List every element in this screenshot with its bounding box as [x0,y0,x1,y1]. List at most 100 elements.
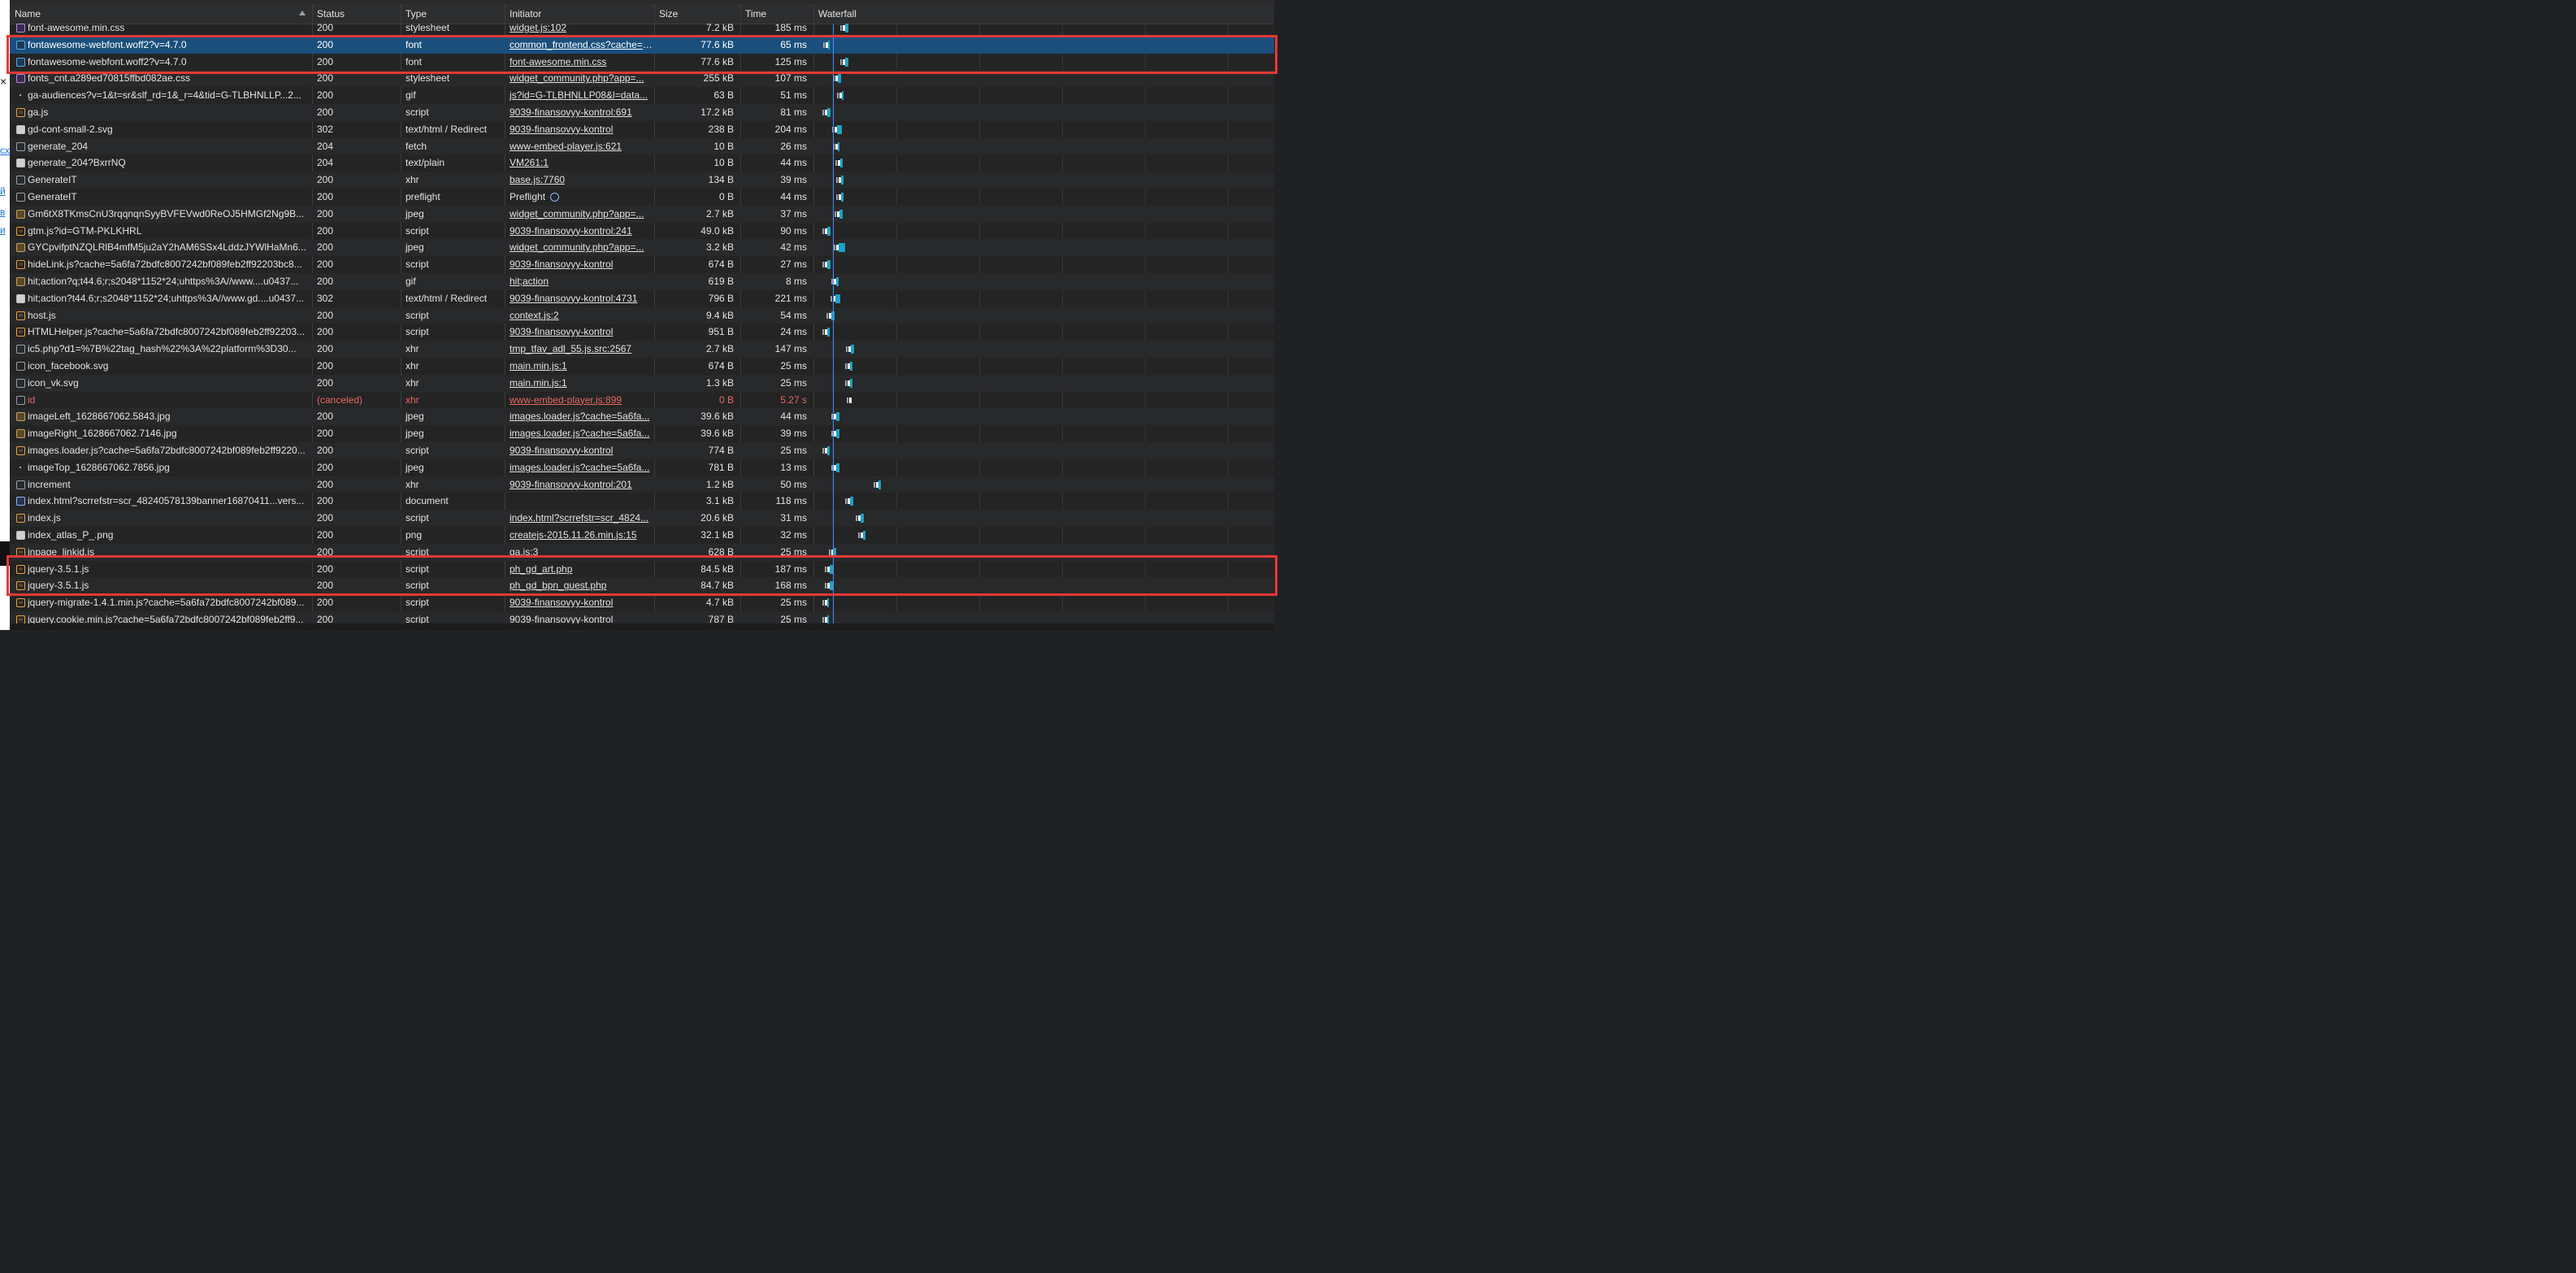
request-initiator[interactable]: widget_community.php?app=... [505,239,653,256]
request-type: text/html / Redirect [405,292,488,304]
request-row[interactable]: id (canceled) xhr www-embed-player.js:899 0 … [10,392,1274,409]
request-initiator[interactable]: 9039-finansovyy-kontrol:4731 [505,290,653,307]
blank-icon [16,141,25,151]
request-row[interactable]: font-awesome.min.css 200 stylesheet widget.… [10,20,1274,37]
request-row[interactable]: icon_vk.svg 200 xhr main.min.js:1 1.3 kB 25 m… [10,374,1274,392]
request-initiator[interactable]: main.min.js:1 [505,375,653,392]
request-row[interactable]: ‹› index.js 200 script index.html?scrrefstr=… [10,510,1274,527]
request-row[interactable]: increment 200 xhr 9039-finansovyy-kontrol:2… [10,476,1274,493]
css-icon [16,24,25,33]
request-row[interactable]: fonts_cnt.a289ed70815ffbd082ae.css 200 sty… [10,70,1274,88]
request-row[interactable]: ‹› hideLink.js?cache=5a6fa72bdfc8007242bf… [10,256,1274,273]
request-row[interactable]: ‹› jquery-migrate-1.4.1.min.js?cache=5a6f… [10,594,1274,611]
request-row[interactable]: hit;action?t44.6;r;s2048*1152*24;uhttps%… [10,290,1274,307]
waterfall-queue-segment [836,177,838,184]
request-row[interactable]: GenerateIT 200 preflight Preflight 0 B 44 ms [10,189,1274,206]
waterfall-queue-segment [823,41,825,48]
request-initiator[interactable]: widget.js:102 [505,20,653,37]
request-initiator[interactable]: ga.js:3 [505,544,653,561]
request-row[interactable]: ‹› HTMLHelper.js?cache=5a6fa72bdfc8007242… [10,324,1274,341]
request-initiator[interactable]: index.html?scrrefstr=scr_4824... [505,510,653,527]
request-status: 200 [317,241,334,254]
request-initiator[interactable]: createjs-2015.11.26.min.js:15 [505,527,653,544]
request-initiator[interactable]: 9039-finansovyy-kontrol [505,324,653,341]
request-initiator[interactable]: hit;action [505,273,653,290]
request-name: inpage_linkid.js [28,545,95,558]
request-initiator[interactable]: base.js:7760 [505,172,653,189]
request-initiator[interactable]: images.loader.js?cache=5a6fa... [505,425,653,442]
request-row[interactable]: generate_204?BxrrNQ 204 text/plain VM261:1 1… [10,154,1274,172]
script-icon: ‹› [16,598,25,608]
page-link-fragment[interactable]: сх [0,145,10,156]
script-icon: ‹› [16,311,25,320]
request-row[interactable]: ga-audiences?v=1&t=sr&slf_rd=1&_r=4&tid=… [10,87,1274,104]
request-row[interactable]: fontawesome-webfont.woff2?v=4.7.0 200 font… [10,54,1274,71]
background-page-strip: × сх й в и [0,0,10,630]
page-dark-block [0,541,10,566]
request-row[interactable]: gd-cont-small-2.svg 302 text/html / Redire… [10,121,1274,138]
page-link-fragment[interactable]: и [0,224,6,236]
request-initiator[interactable]: 9039-finansovyy-kontrol:691 [505,104,653,121]
request-initiator[interactable]: www-embed-player.js:899 [505,392,653,409]
request-initiator[interactable]: 9039-finansovyy-kontrol [505,121,653,138]
page-link-fragment[interactable]: й [0,185,6,197]
request-name: ga-audiences?v=1&t=sr&slf_rd=1&_r=4&tid=… [28,89,301,102]
request-initiator[interactable]: 9039-finansovyy-kontrol:241 [505,223,653,240]
waterfall-queue-segment [822,228,824,234]
request-initiator[interactable]: widget_community.php?app=... [505,70,653,87]
request-initiator[interactable]: tmp_tfav_adl_55.js.src:2567 [505,341,653,358]
request-row[interactable]: Gm6tX8TKmsCnU3rqqnqnSyyBVFEVwd0ReOJ5HMGf… [10,205,1274,223]
request-row[interactable]: ‹› inpage_linkid.js 200 script ga.js:3 628 B 2… [10,543,1274,561]
request-initiator[interactable]: 9039-finansovyy-kontrol [505,256,653,273]
request-initiator[interactable] [505,493,653,510]
css-icon [16,74,25,84]
request-initiator[interactable]: font-awesome.min.css [505,54,653,71]
request-row[interactable]: ‹› gtm.js?id=GTM-PKLKHRL 200 script 9039-fin… [10,223,1274,240]
request-row[interactable]: GenerateIT 200 xhr base.js:7760 134 B 39 ms [10,172,1274,189]
request-row[interactable]: imageTop_1628667062.7856.jpg 200 jpeg image… [10,459,1274,476]
sort-ascending-icon[interactable] [299,11,306,15]
request-type: xhr [405,393,419,406]
preflight-info-icon[interactable] [550,193,560,202]
request-row[interactable]: imageLeft_1628667062.5843.jpg 200 jpeg imag… [10,408,1274,426]
request-row[interactable]: index_atlas_P_.png 200 png createjs-2015.11… [10,527,1274,544]
request-time: 187 ms [774,563,807,575]
request-row[interactable]: ‹› host.js 200 script context.js:2 9.4 kB 54 m… [10,306,1274,324]
waterfall-download-segment [827,598,829,608]
request-initiator[interactable]: js?id=G-TLBHNLLP08&l=data... [505,87,653,104]
horizontal-scrollbar[interactable] [10,623,1274,630]
request-row[interactable]: index.html?scrrefstr=scr_48240578139bann… [10,493,1274,510]
request-initiator[interactable]: context.js:2 [505,307,653,324]
request-type: text/html / Redirect [405,123,488,135]
request-initiator[interactable]: www-embed-player.js:621 [505,138,653,155]
request-row[interactable]: imageRight_1628667062.7146.jpg 200 jpeg ima… [10,425,1274,442]
request-size: 17.2 kB [700,106,734,118]
request-row[interactable]: GYCpvifptNZQLRlB4mfM5ju2aY2hAM6SSx4LddzJ… [10,239,1274,257]
request-row[interactable]: icon_facebook.svg 200 xhr main.min.js:1 674 … [10,358,1274,375]
request-row[interactable]: generate_204 204 fetch www-embed-player.js:… [10,137,1274,155]
request-initiator[interactable]: main.min.js:1 [505,358,653,375]
request-initiator[interactable]: widget_community.php?app=... [505,206,653,223]
request-initiator[interactable]: 9039-finansovyy-kontrol [505,442,653,459]
waterfall-queue-segment [822,109,824,115]
request-initiator[interactable]: ph_gd_art.php [505,561,653,578]
request-name: jquery-3.5.1.js [28,563,89,575]
request-initiator[interactable]: 9039-finansovyy-kontrol:201 [505,476,653,493]
request-initiator[interactable]: common_frontend.css?cache=5a6fa72bdfc [505,37,653,54]
request-row[interactable]: ‹› jquery-3.5.1.js 200 script ph_gd_art.php 8… [10,561,1274,578]
script-icon: ‹› [16,514,25,524]
waterfall-download-segment [845,24,848,33]
request-initiator[interactable]: images.loader.js?cache=5a6fa... [505,459,653,476]
request-initiator[interactable]: images.loader.js?cache=5a6fa... [505,408,653,425]
request-status: 200 [317,597,334,609]
request-initiator[interactable]: VM261:1 [505,154,653,172]
page-link-fragment[interactable]: в [0,206,5,218]
request-row[interactable]: hit;action?q;t44.6;r;s2048*1152*24;uhttp… [10,272,1274,290]
request-initiator[interactable]: ph_gd_bpn_guest.php [505,577,653,594]
request-row[interactable]: ‹› ga.js 200 script 9039-finansovyy-kontrol:… [10,103,1274,121]
request-row[interactable]: fontawesome-webfont.woff2?v=4.7.0 200 font… [10,36,1274,54]
request-row[interactable]: ‹› images.loader.js?cache=5a6fa72bdfc8007… [10,441,1274,459]
request-row[interactable]: ic5.php?d1=%7B%22tag_hash%22%3A%22platfo… [10,341,1274,358]
request-row[interactable]: ‹› jquery-3.5.1.js 200 script ph_gd_bpn_gues… [10,577,1274,595]
request-initiator[interactable]: 9039-finansovyy-kontrol [505,594,653,611]
